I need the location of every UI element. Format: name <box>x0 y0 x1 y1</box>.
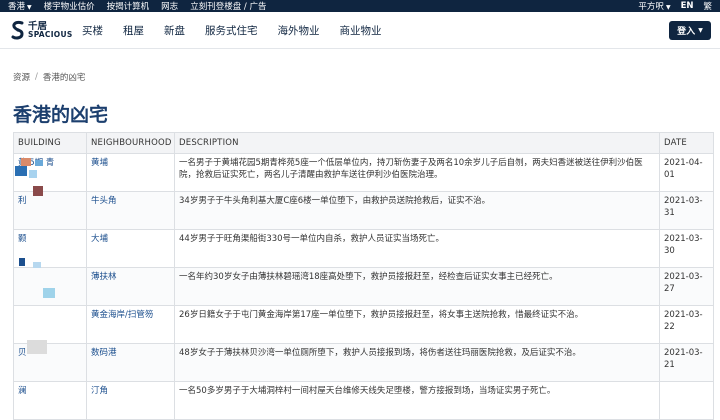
redaction-pixel-block <box>43 288 55 298</box>
redaction-pixel-block <box>29 170 37 178</box>
neighbourhood-cell[interactable]: 数码港 <box>86 343 175 382</box>
top-utility-bar: 香港 ▼ 楼宇物业估价 按揭计算机 网志 立刻刊登楼盘 / 广告 平方呎 ▼ EN … <box>0 0 720 12</box>
lang-en[interactable]: EN <box>681 1 694 11</box>
neighbourhood-cell[interactable]: 黄金海岸/扫管笏 <box>86 305 175 344</box>
neighbourhood-cell[interactable]: 汀角 <box>86 381 175 420</box>
description-cell: 一名年约30岁女子由薄扶林碧瑶湾18座高处堕下，救护员接报赶至，经检查后证实女事… <box>174 267 660 306</box>
chevron-down-icon: ▼ <box>27 4 32 11</box>
table-row: 澜汀角 一名50多岁男子于大埔洞梓村一间村屋天台维修天线失足堕楼，警方接报到场，当… <box>13 381 714 420</box>
date-cell: 2021-03-21 <box>659 343 714 382</box>
topbar-link-valuation[interactable]: 楼宇物业估价 <box>44 0 95 12</box>
nav-commercial[interactable]: 商业物业 <box>340 23 382 38</box>
page-title: 香港的凶宅 <box>13 104 109 126</box>
header-neighbourhood: NEIGHBOURHOOD <box>86 132 175 154</box>
table-row: 黄 5期 青黄埔一名男子于黄埔花园5期青桦苑5座一个低层单位内，持刀斩伤妻子及两… <box>13 153 714 192</box>
login-button[interactable]: 登入 ▼ <box>669 21 711 40</box>
chevron-down-icon: ▼ <box>698 27 703 34</box>
main-nav: 千居 SPACIOUS 买楼 租屋 新盘 服务式住宅 海外物业 商业物业 登入 … <box>0 12 720 49</box>
header-date: DATE <box>659 132 714 154</box>
description-cell: 一名男子于黄埔花园5期青桦苑5座一个低层单位内，持刀斩伤妻子及两名10余岁儿子后… <box>174 153 660 192</box>
redaction-pixel-block <box>19 258 25 266</box>
table-row: 颢大埔 44岁男子于旺角渠船街330号一单位内自杀，救护人员证实当场死亡。 2021… <box>13 229 714 268</box>
description-cell: 48岁女子于薄扶林贝沙湾一单位厕所堕下，救护人员接报到场，将伤者送往玛丽医院抢救… <box>174 343 660 382</box>
date-cell <box>659 381 714 420</box>
description-cell: 34岁男子于牛头角利基大厦C座6楼一单位堕下，由救护员送院抢救后，证实不治。 <box>174 191 660 230</box>
topbar-link-mortgage[interactable]: 按揭计算机 <box>107 0 150 12</box>
logo[interactable]: 千居 SPACIOUS <box>11 20 73 40</box>
unit-selector[interactable]: 平方呎 ▼ <box>638 0 670 12</box>
building-cell[interactable]: 贝 <box>13 343 87 382</box>
table-row: 黄金海岸/扫管笏 26岁日籍女子于屯门黄金海岸第17座一单位堕下，救护员接报赶至，… <box>13 305 714 344</box>
redaction-pixel-block <box>15 166 27 176</box>
nav-rent[interactable]: 租屋 <box>123 23 144 38</box>
date-cell: 2021-04-01 <box>659 153 714 192</box>
topbar-link-post-listing[interactable]: 立刻刊登楼盘 / 广告 <box>190 0 266 12</box>
header-building: BUILDING <box>13 132 87 154</box>
neighbourhood-cell[interactable]: 薄扶林 <box>86 267 175 306</box>
neighbourhood-cell[interactable]: 黄埔 <box>86 153 175 192</box>
building-cell[interactable]: 利 <box>13 191 87 230</box>
date-cell: 2021-03-27 <box>659 267 714 306</box>
description-cell: 44岁男子于旺角渠船街330号一单位内自杀，救护人员证实当场死亡。 <box>174 229 660 268</box>
redaction-pixel-block <box>27 340 47 354</box>
breadcrumb: 资源 / 香港的凶宅 <box>13 71 85 83</box>
table-header-row: BUILDING NEIGHBOURHOOD DESCRIPTION DATE <box>13 132 714 154</box>
building-cell[interactable]: 澜 <box>13 381 87 420</box>
lang-tc[interactable]: 繁 <box>703 0 712 12</box>
chevron-down-icon: ▼ <box>665 4 671 11</box>
breadcrumb-separator: / <box>35 72 38 82</box>
redaction-pixel-block <box>21 158 31 166</box>
redaction-pixel-block <box>33 186 43 196</box>
date-cell: 2021-03-31 <box>659 191 714 230</box>
breadcrumb-current: 香港的凶宅 <box>42 73 86 83</box>
neighbourhood-cell[interactable]: 牛头角 <box>86 191 175 230</box>
nav-overseas[interactable]: 海外物业 <box>278 23 320 38</box>
redaction-pixel-block <box>33 262 41 268</box>
description-cell: 一名50多岁男子于大埔洞梓村一间村屋天台维修天线失足堕楼，警方接报到场，当场证实… <box>174 381 660 420</box>
building-cell[interactable] <box>13 305 87 344</box>
building-cell[interactable] <box>13 267 87 306</box>
table-row: 利牛头角 34岁男子于牛头角利基大厦C座6楼一单位堕下，由救护员送院抢救后，证实不… <box>13 191 714 230</box>
logo-mark-icon <box>11 20 25 40</box>
logo-en: SPACIOUS <box>28 30 73 39</box>
nav-new[interactable]: 新盘 <box>164 23 185 38</box>
redaction-pixel-block <box>35 160 43 166</box>
nav-buy[interactable]: 买楼 <box>82 23 103 38</box>
date-cell: 2021-03-30 <box>659 229 714 268</box>
nav-serviced[interactable]: 服务式住宅 <box>205 23 258 38</box>
neighbourhood-cell[interactable]: 大埔 <box>86 229 175 268</box>
topbar-link-blog[interactable]: 网志 <box>161 0 178 12</box>
breadcrumb-home[interactable]: 资源 <box>13 71 30 83</box>
haunted-houses-table: BUILDING NEIGHBOURHOOD DESCRIPTION DATE … <box>13 132 714 420</box>
table-row: 贝数码港 48岁女子于薄扶林贝沙湾一单位厕所堕下，救护人员接报到场，将伤者送往玛丽… <box>13 343 714 382</box>
table-row: 薄扶林 一名年约30岁女子由薄扶林碧瑶湾18座高处堕下，救护员接报赶至，经检查后证… <box>13 267 714 306</box>
header-description: DESCRIPTION <box>174 132 660 154</box>
date-cell: 2021-03-22 <box>659 305 714 344</box>
description-cell: 26岁日籍女子于屯门黄金海岸第17座一单位堕下，救护员接报赶至，将女事主送院抢救… <box>174 305 660 344</box>
region-selector[interactable]: 香港 ▼ <box>8 0 32 12</box>
